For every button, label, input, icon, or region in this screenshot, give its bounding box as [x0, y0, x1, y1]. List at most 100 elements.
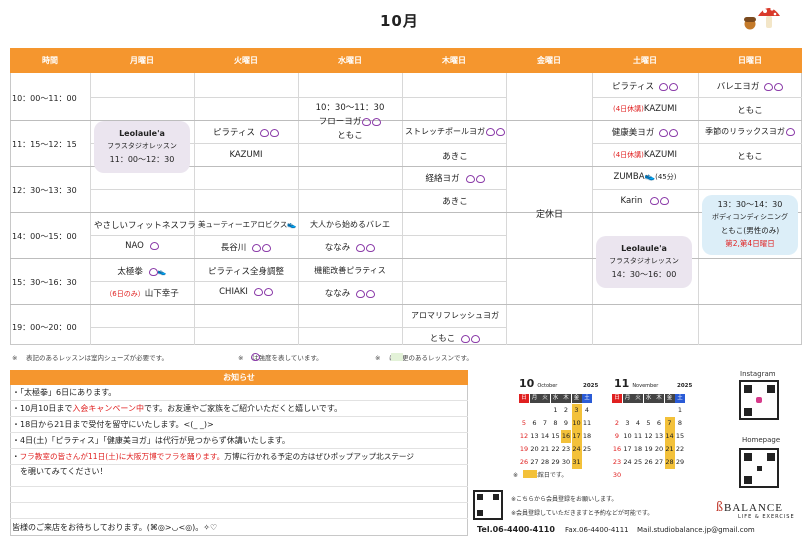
heart-icon	[471, 334, 481, 343]
class-name[interactable]: ZUMBA👟(45分)	[594, 172, 696, 182]
header-thu: 木曜日	[442, 56, 466, 65]
heart-icon	[366, 243, 376, 252]
calendar-day: 29	[675, 458, 685, 466]
time-slot: 12：30～13：30	[12, 186, 77, 195]
calendar-day: 1	[677, 406, 683, 414]
calendar-day: 30	[612, 471, 622, 479]
shoe-icon: 👟	[287, 220, 297, 229]
note-shoes: ※ 表記のあるレッスンは室内シューズが必要です。	[12, 354, 169, 362]
calendar-oct-year: 2025	[583, 383, 599, 389]
heart-icon	[362, 117, 372, 126]
heart-icon	[461, 334, 471, 343]
instructor-name: ともこ	[404, 332, 506, 344]
calendar-nov-year: 2025	[677, 383, 693, 389]
calendar-day: 30	[561, 458, 571, 466]
calendar-weekday: 木	[654, 394, 664, 403]
class-name[interactable]: 大人から始めるバレエ	[302, 219, 398, 230]
class-name[interactable]: アロマリフレッシュヨガ	[404, 310, 506, 321]
class-name: ボディコンディシニング	[711, 213, 789, 221]
heart-icon	[475, 174, 485, 183]
class-bubble-leolaulea-mon[interactable]: Leolaule'a フラスタジオレッスン 11：00～12：30	[94, 121, 190, 173]
calendar-weekday: 月	[529, 394, 540, 403]
header-mon: 月曜日	[130, 56, 154, 65]
instagram-label: Instagram	[740, 370, 776, 378]
calendar-day: 23	[561, 445, 571, 453]
calendar-day: 19	[644, 445, 653, 453]
calendar-day: 26	[519, 458, 529, 466]
class-name[interactable]: ピラティス全身調整	[198, 265, 294, 277]
class-name[interactable]: フローヨガ	[302, 115, 398, 127]
class-name[interactable]: 季節のリラックスヨガ	[700, 126, 800, 137]
calendar-day: 27	[530, 458, 539, 466]
calendar-day: 12	[644, 432, 653, 440]
calendar-day: 24	[571, 443, 582, 456]
instructor-name: ななみ	[302, 287, 398, 299]
class-bubble-body-conditioning[interactable]: 13：30～14：30 ボディコンディシニング ともこ(男性のみ) 第2,第4日…	[702, 195, 798, 255]
heart-icon	[650, 196, 660, 205]
calendar-day: 22	[551, 445, 560, 453]
header-sun: 日曜日	[738, 56, 762, 65]
time-slot: 11：15～12：15	[12, 140, 77, 149]
class-name[interactable]: ストレッチポールヨガ	[404, 126, 506, 137]
calendar-day: 28	[540, 458, 550, 466]
calendar-weekday: 月	[622, 394, 633, 403]
calendar-weekday: 火	[633, 394, 643, 403]
calendar-day: 7	[542, 419, 548, 427]
class-name[interactable]: ピラティス	[594, 80, 696, 92]
footer-mail[interactable]: Mail.studiobalance.jp@gmail.com	[637, 526, 755, 534]
class-name[interactable]: やさしいフィットネスフラ	[94, 219, 196, 231]
calendar-holiday-note: ※ は休館日です。	[513, 472, 568, 479]
news-item: ・「太極拳」6日にあります。	[12, 388, 117, 397]
news-item: ・フラ教室の皆さんが11日(土)に大阪万博でフラを踊ります。万博に行かれる予定の…	[12, 452, 414, 461]
class-name[interactable]: 機能改善ピラティス	[302, 265, 398, 276]
calendar-day: 15	[551, 432, 560, 440]
calendar-day: 3	[571, 404, 582, 417]
calendar-day: 1	[553, 406, 558, 414]
class-name[interactable]: 太極拳 👟	[94, 265, 190, 277]
note-changes: ※ は変更のあるレッスンです。	[375, 354, 473, 362]
heart-icon	[774, 82, 784, 91]
instagram-qr-code[interactable]	[739, 380, 779, 420]
heart-icon	[660, 196, 670, 205]
homepage-label: Homepage	[742, 436, 781, 444]
homepage-qr-code[interactable]	[739, 448, 779, 488]
register-note: ※会員登録していただきますと予約などが可能です。	[511, 510, 654, 517]
calendar-weekday: 金	[664, 394, 675, 403]
footer-tel[interactable]: Tel.06-4400-4110	[477, 525, 555, 534]
calendar-day: 18	[633, 445, 643, 453]
shoe-icon: 👟	[644, 172, 656, 182]
heart-icon	[356, 243, 366, 252]
calendar-day: 20	[530, 445, 539, 453]
instructor-name: あきこ	[442, 152, 468, 162]
holiday-swatch	[523, 470, 537, 478]
calendar-day: 26	[644, 458, 653, 466]
calendar-weekday: 火	[540, 394, 550, 403]
class-bubble-leolaulea-sat[interactable]: Leolaule'a フラスタジオレッスン 14：30～16：00	[596, 236, 692, 288]
calendar-day: 25	[582, 445, 592, 453]
heart-icon	[251, 353, 260, 361]
register-qr-code[interactable]	[473, 490, 503, 520]
calendar-day: 10	[571, 417, 582, 430]
instructor-name: CHIAKI	[198, 287, 294, 297]
calendar-weekday: 土	[582, 394, 592, 403]
calendar-day: 6	[532, 419, 537, 427]
news-item: を覗いてみてください！	[12, 467, 108, 476]
calendar-day: 6	[656, 419, 662, 427]
calendar-day: 19	[519, 445, 529, 453]
calendar-day: 10	[623, 432, 632, 440]
heart-icon	[785, 127, 795, 136]
header-sat: 土曜日	[633, 56, 657, 65]
class-name[interactable]: バレエヨガ	[700, 80, 800, 92]
closed-day-label: 定休日	[535, 210, 563, 220]
instructor-name: (4日休講)KAZUMI	[612, 104, 678, 114]
class-name[interactable]: ピラティス	[198, 126, 294, 138]
instructor-name: ともこ	[337, 131, 363, 141]
class-name[interactable]: 健康美ヨガ	[594, 126, 696, 138]
calendar-weekday: 土	[675, 394, 685, 403]
heart-icon	[669, 82, 678, 91]
class-name[interactable]: 経絡ヨガ	[404, 172, 506, 184]
class-name: Leolaule'a	[621, 244, 667, 253]
instructor-name: KAZUMI	[229, 150, 263, 160]
class-name[interactable]: 美ューティーエアロビクス👟	[198, 219, 297, 230]
calendar-day: 5	[521, 419, 527, 427]
